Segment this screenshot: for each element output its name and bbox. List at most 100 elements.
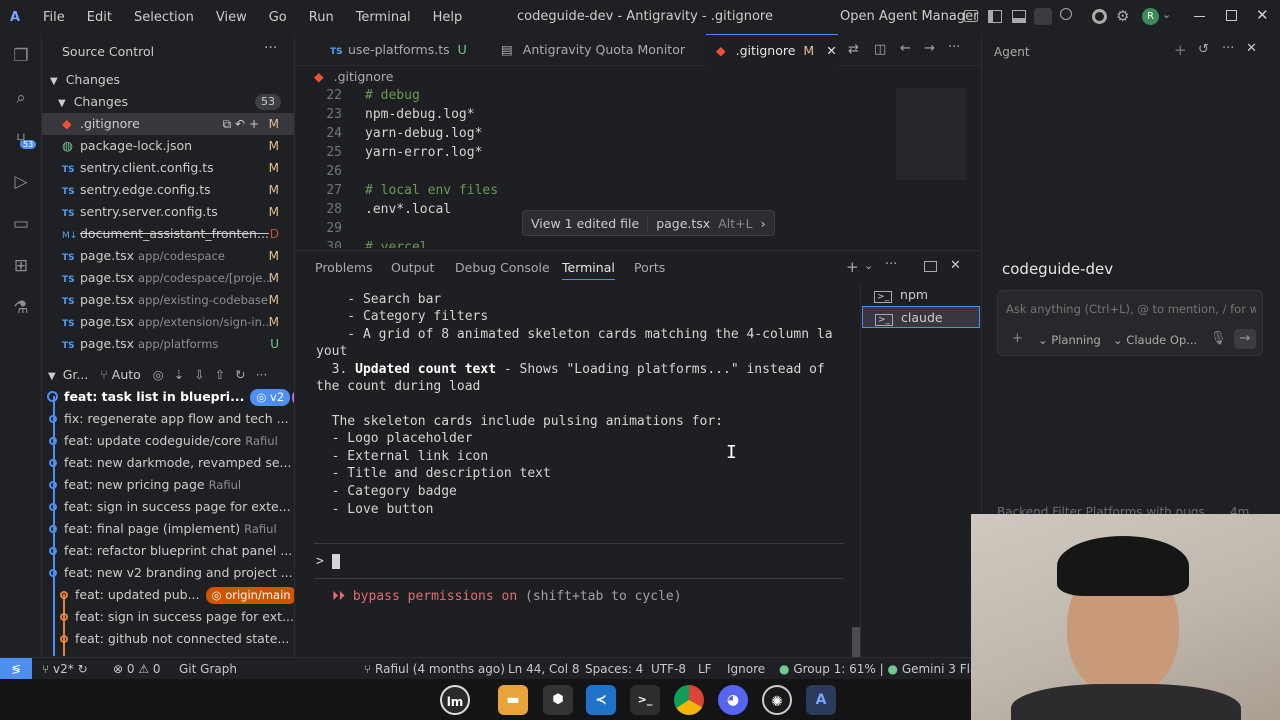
target-icon[interactable]: ◎ bbox=[153, 367, 164, 382]
changed-file-item[interactable]: TS page.tsx app/extension/sign-in... M bbox=[42, 311, 294, 333]
sync-icon[interactable]: ↻ bbox=[78, 662, 88, 676]
commit-item[interactable]: feat: sign in success page for exte... bbox=[42, 496, 294, 518]
close-icon[interactable]: ✕ bbox=[826, 43, 836, 58]
maximize-icon[interactable] bbox=[1226, 10, 1237, 21]
remote-indicator-icon[interactable]: ≶ bbox=[0, 658, 32, 680]
commit-item[interactable]: feat: task list in bluepri... ◎ v2☁ bbox=[42, 386, 294, 408]
arrow-left-icon[interactable]: ← bbox=[900, 41, 911, 56]
terminal-item-claude[interactable]: >_ claude bbox=[862, 306, 980, 328]
terminal-scrollbar[interactable] bbox=[852, 627, 860, 657]
changed-file-item[interactable]: TS page.tsx app/codespace M bbox=[42, 245, 294, 267]
encoding[interactable]: UTF-8 bbox=[651, 658, 686, 680]
commit-item[interactable]: feat: sign in success page for ext... bbox=[42, 606, 294, 628]
new-chat-icon[interactable]: + bbox=[1174, 41, 1187, 59]
commit-item[interactable]: feat: update codeguide/core Rafiul bbox=[42, 430, 294, 452]
menu-help[interactable]: Help bbox=[422, 10, 474, 25]
tab-ports[interactable]: Ports bbox=[634, 260, 665, 275]
tab-debug-console[interactable]: Debug Console bbox=[455, 260, 550, 275]
maximize-panel-icon[interactable] bbox=[924, 261, 937, 272]
commit-item[interactable]: feat: final page (implement) Rafiul bbox=[42, 518, 294, 540]
chrome-app-icon[interactable] bbox=[674, 685, 704, 715]
changed-file-item[interactable]: ◆ .gitignore M ⧉ ↶ + bbox=[42, 113, 294, 135]
mode-select[interactable]: ⌄ Planning bbox=[1038, 333, 1101, 347]
testing-icon[interactable]: ⚗ bbox=[11, 298, 31, 318]
tab-quota-monitor[interactable]: ▤ Antigravity Quota Monitor bbox=[491, 34, 701, 66]
branch-tag[interactable]: ◎ origin/main bbox=[205, 587, 294, 604]
open-file-icon[interactable]: ⧉ bbox=[223, 117, 232, 131]
fetch-icon[interactable]: ⇣ bbox=[174, 367, 184, 382]
end-of-line[interactable]: LF bbox=[698, 658, 712, 680]
tab-output[interactable]: Output bbox=[391, 260, 434, 275]
code-line[interactable]: .env*.local bbox=[365, 202, 451, 217]
git-graph-header[interactable]: ▼ Gr... ⑂ Auto ◎ ⇣ ⇩ ⇧ ↻ ··· bbox=[42, 364, 294, 386]
model-select[interactable]: ⌄ Claude Op... bbox=[1113, 333, 1197, 347]
changed-file-item[interactable]: TS sentry.edge.config.ts M bbox=[42, 179, 294, 201]
commit-item[interactable]: fix: regenerate app flow and tech ... bbox=[42, 408, 294, 430]
menu-file[interactable]: File bbox=[32, 10, 76, 25]
terminal-item-npm[interactable]: >_ npm bbox=[862, 284, 980, 306]
more-actions-icon[interactable]: ··· bbox=[885, 257, 897, 272]
search-icon[interactable] bbox=[1060, 8, 1072, 20]
code-line[interactable]: npm-debug.log* bbox=[365, 107, 475, 122]
close-icon[interactable]: ✕ bbox=[1256, 6, 1269, 24]
view-edited-button[interactable]: View 1 edited file bbox=[523, 216, 647, 231]
history-icon[interactable]: ↺ bbox=[1198, 42, 1209, 57]
linux-mint-menu-icon[interactable]: lm bbox=[440, 685, 470, 715]
toggle-sidebar-icon[interactable] bbox=[988, 10, 1002, 23]
code-line[interactable]: # debug bbox=[365, 88, 420, 103]
chatgpt-icon[interactable]: ✺ bbox=[762, 685, 792, 715]
remote-explorer-icon[interactable]: ▭ bbox=[11, 214, 31, 234]
search-icon[interactable]: ⌕ bbox=[11, 88, 31, 108]
changed-file-item[interactable]: TS page.tsx app/codespace/[proje... M bbox=[42, 267, 294, 289]
agent-input-box[interactable]: + ⌄ Planning ⌄ Claude Op... 🎙 → bbox=[997, 290, 1263, 356]
tab-problems[interactable]: Problems bbox=[315, 260, 373, 275]
problems-indicator[interactable]: ⊗ 0 ⚠ 0 bbox=[113, 658, 161, 680]
tab-terminal[interactable]: Terminal bbox=[562, 260, 615, 280]
git-blame[interactable]: ⑂ Rafiul (4 months ago) bbox=[364, 658, 505, 680]
vscode-icon[interactable]: ≺ bbox=[586, 685, 616, 715]
new-terminal-icon[interactable]: + bbox=[846, 258, 859, 276]
layout-icon[interactable] bbox=[964, 10, 978, 22]
menu-selection[interactable]: Selection bbox=[123, 10, 205, 25]
indentation[interactable]: Spaces: 4 bbox=[585, 658, 643, 680]
extensions-icon[interactable]: ⊞ bbox=[11, 256, 31, 276]
commit-item[interactable]: feat: new pricing page Rafiul bbox=[42, 474, 294, 496]
code-line[interactable]: # vercel bbox=[365, 240, 428, 248]
arrow-right-icon[interactable]: → bbox=[924, 41, 935, 56]
pull-icon[interactable]: ⇩ bbox=[194, 367, 204, 382]
chevron-down-icon[interactable]: ⌄ bbox=[864, 259, 873, 272]
edited-file-hint[interactable]: View 1 edited file page.tsx Alt+L › bbox=[522, 210, 775, 236]
changed-file-item[interactable]: TS page.tsx app/platforms U bbox=[42, 333, 294, 355]
code-line[interactable]: yarn-debug.log* bbox=[365, 126, 482, 141]
hint-file[interactable]: page.tsx bbox=[647, 215, 718, 231]
changed-file-item[interactable]: ◍ package-lock.json M bbox=[42, 135, 294, 157]
antigravity-app-icon[interactable]: A bbox=[806, 685, 836, 715]
chevron-down-icon[interactable]: ⌄ bbox=[1162, 8, 1171, 21]
quota-indicator[interactable]: ● Group 1: 61% | ● Gemini 3 Flash bbox=[779, 658, 991, 680]
toggle-secondary-sidebar-icon[interactable] bbox=[1034, 8, 1052, 25]
microphone-icon[interactable]: 🎙 bbox=[1210, 331, 1227, 346]
chrome-icon[interactable] bbox=[1092, 9, 1107, 24]
changed-file-item[interactable]: TS page.tsx app/existing-codebase M bbox=[42, 289, 294, 311]
open-agent-manager-button[interactable]: Open Agent Manager bbox=[840, 9, 978, 24]
menu-run[interactable]: Run bbox=[298, 10, 345, 25]
commit-item[interactable]: feat: new darkmode, revamped se... bbox=[42, 452, 294, 474]
changed-file-item[interactable]: TS sentry.client.config.ts M bbox=[42, 157, 294, 179]
more-actions-icon[interactable]: ··· bbox=[948, 40, 960, 55]
gear-icon[interactable]: ⚙ bbox=[1116, 7, 1129, 25]
refresh-icon[interactable]: ↻ bbox=[235, 367, 245, 382]
discard-icon[interactable]: ↶ bbox=[235, 117, 245, 131]
graph-auto-toggle[interactable]: Auto bbox=[112, 367, 141, 382]
changes-section-header[interactable]: ▼ Changes bbox=[42, 69, 294, 91]
toggle-panel-icon[interactable] bbox=[1012, 10, 1026, 23]
commit-item[interactable]: feat: github not connected state... bbox=[42, 628, 294, 650]
stage-icon[interactable]: + bbox=[249, 117, 259, 131]
add-context-icon[interactable]: + bbox=[1012, 331, 1023, 346]
changed-file-item[interactable]: TS sentry.server.config.ts M bbox=[42, 201, 294, 223]
compare-icon[interactable]: ⇄ bbox=[848, 42, 859, 57]
send-icon[interactable]: → bbox=[1234, 329, 1256, 349]
terminal-prompt[interactable]: > bbox=[316, 554, 340, 569]
breadcrumb-item[interactable]: .gitignore bbox=[334, 69, 394, 84]
avatar[interactable]: R bbox=[1142, 8, 1159, 25]
file-manager-icon[interactable]: ▬ bbox=[498, 685, 528, 715]
